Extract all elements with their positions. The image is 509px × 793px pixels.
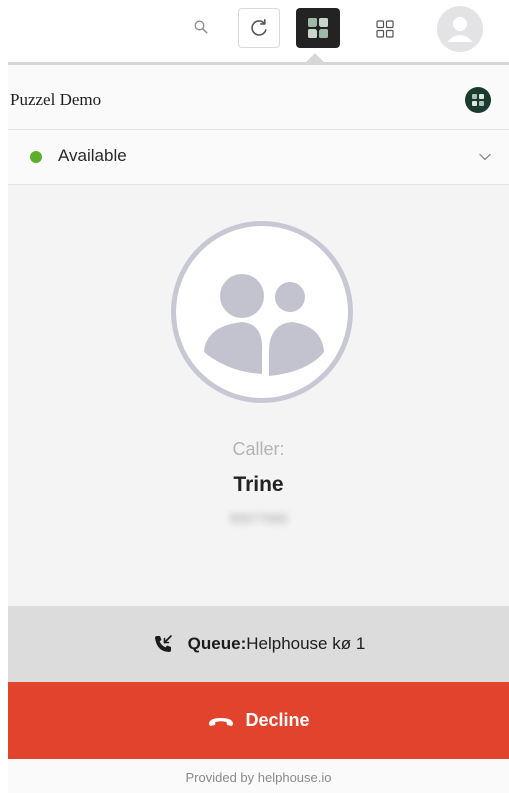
queue-key: Queue:: [187, 634, 247, 653]
decline-button[interactable]: Decline: [8, 682, 509, 759]
panel-footer: Provided by helphouse.io: [8, 759, 509, 793]
incoming-call-icon: [154, 635, 172, 652]
contact-group-icon: [204, 274, 324, 376]
caller-number: 55577000: [229, 511, 288, 526]
status-indicator: [30, 151, 42, 163]
panel-title: Puzzel Demo: [10, 90, 102, 109]
refresh-icon: [251, 18, 267, 36]
incoming-call-area: Caller: Trine 55577000: [8, 185, 509, 606]
queue-info: Queue:Helphouse kø 1: [8, 606, 509, 682]
user-avatar-button[interactable]: [437, 6, 483, 52]
user-avatar-icon: [447, 17, 473, 42]
status-label: Available: [58, 146, 127, 165]
puzzel-logo-icon: [472, 94, 484, 106]
puzzel-logo: [465, 87, 491, 113]
search-icon: [194, 20, 208, 34]
puzzel-extension-button[interactable]: [296, 8, 340, 48]
queue-name: Helphouse kø 1: [246, 634, 366, 653]
search-button[interactable]: [186, 12, 216, 42]
caller-avatar: [171, 221, 353, 403]
panel-header: Puzzel Demo: [8, 65, 509, 130]
decline-label: Decline: [245, 710, 310, 730]
apps-grid-button[interactable]: [368, 12, 402, 46]
status-dropdown[interactable]: Available: [8, 130, 509, 185]
refresh-button[interactable]: [238, 8, 280, 48]
caller-name: Trine: [233, 473, 284, 496]
provided-by-text: Provided by helphouse.io: [185, 770, 332, 785]
softphone-panel: Puzzel Demo Available Caller: Trine 5557…: [8, 62, 509, 793]
chevron-down-icon: [479, 153, 491, 161]
apps-grid-icon: [376, 20, 394, 38]
caller-title: Caller:: [232, 439, 285, 459]
puzzel-extension-icon: [308, 18, 328, 38]
hang-up-icon: [209, 717, 234, 726]
browser-toolbar: [0, 0, 509, 62]
queue-text: Queue:Helphouse kø 1: [188, 634, 366, 654]
